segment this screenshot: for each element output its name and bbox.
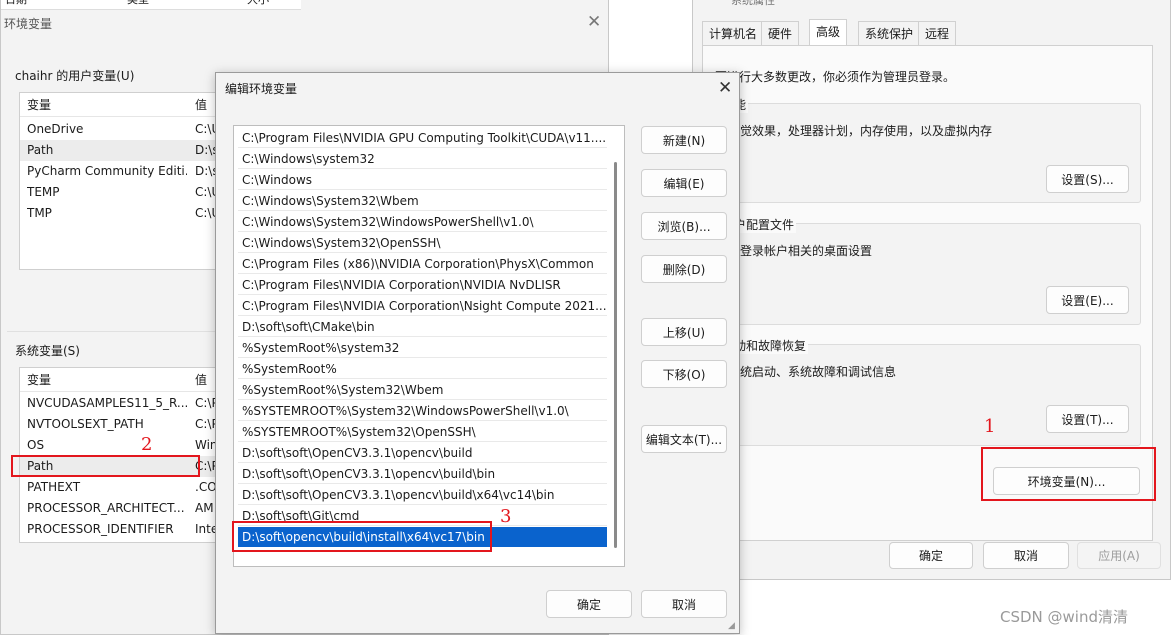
performance-group: 性能 视觉效果，处理器计划，内存使用，以及虚拟内存 设置(S)...	[715, 96, 1141, 203]
env-window-close-icon[interactable]: ✕	[587, 14, 601, 31]
table-row[interactable]: PROCESSOR_ARCHITECT... AM	[20, 498, 220, 519]
performance-settings-button[interactable]: 设置(S)...	[1046, 165, 1129, 193]
col-size-header: 大小	[247, 0, 269, 7]
edit-dialog-close-icon[interactable]: ✕	[718, 80, 732, 97]
table-row[interactable]: Path D:\s	[20, 140, 220, 161]
path-entries-list[interactable]: C:\Program Files\NVIDIA GPU Computing To…	[233, 125, 625, 567]
tab-label: 计算机名	[709, 27, 758, 41]
tab-label: 远程	[925, 27, 950, 41]
tab-label: 高级	[816, 25, 841, 39]
tab-advanced[interactable]: 高级	[809, 19, 848, 45]
new-button[interactable]: 新建(N)	[641, 126, 727, 154]
tab-label: 硬件	[768, 27, 793, 41]
watermark: CSDN @wind清清	[1000, 608, 1128, 626]
var-name: PATHEXT	[27, 480, 81, 494]
user-vars-label: chaihr 的用户变量(U)	[15, 69, 135, 83]
user-vars-col-name[interactable]: 变量	[27, 95, 187, 116]
path-list-item[interactable]: %SystemRoot%	[238, 359, 607, 379]
path-list-item[interactable]: C:\Windows\System32\Wbem	[238, 191, 607, 211]
resize-grip-icon[interactable]: ◢	[728, 621, 735, 631]
var-name: PyCharm Community Editi...	[27, 164, 187, 178]
path-list-item[interactable]: D:\soft\soft\OpenCV3.3.1\opencv\build	[238, 443, 607, 463]
tab-label: 系统保护	[865, 27, 914, 41]
table-row[interactable]: TEMP C:\U	[20, 182, 220, 203]
annotation-number-3: 3	[500, 506, 512, 527]
table-row[interactable]: NVTOOLSEXT_PATH C:\P	[20, 414, 220, 435]
path-list-item[interactable]: %SYSTEMROOT%\System32\WindowsPowerShell\…	[238, 401, 607, 421]
startup-recovery-desc: 系统启动、系统故障和调试信息	[728, 365, 897, 379]
admin-note: 要进行大多数更改，你必须作为管理员登录。	[715, 70, 956, 84]
var-name: Path	[27, 143, 54, 157]
col-type-header: 类型	[127, 0, 149, 7]
annotation-number-2: 2	[141, 434, 153, 455]
path-list-item[interactable]: C:\Windows\System32\WindowsPowerShell\v1…	[238, 212, 607, 232]
tab-computer-name[interactable]: 计算机名	[702, 21, 765, 45]
system-vars-header-row: 变量 值	[20, 370, 220, 392]
user-profiles-group: 用户配置文件 与登录帐户相关的桌面设置 设置(E)...	[715, 216, 1141, 325]
path-list-item[interactable]: %SYSTEMROOT%\System32\OpenSSH\	[238, 422, 607, 442]
edit-button[interactable]: 编辑(E)	[641, 169, 727, 197]
user-vars-table: 变量 值 OneDrive C:\U Path D:\s PyCharm Commu…	[19, 92, 221, 270]
sysprops-ok-button[interactable]: 确定	[889, 542, 973, 569]
move-down-button[interactable]: 下移(O)	[641, 360, 727, 388]
table-row[interactable]: OneDrive C:\U	[20, 119, 220, 140]
startup-recovery-group: 启动和故障恢复 系统启动、系统故障和调试信息 设置(T)...	[715, 337, 1141, 446]
table-row[interactable]: PATHEXT .CO	[20, 477, 220, 498]
path-list-item[interactable]: D:\soft\soft\CMake\bin	[238, 317, 607, 337]
var-name: PROCESSOR_ARCHITECT...	[27, 501, 185, 515]
performance-desc: 视觉效果，处理器计划，内存使用，以及虚拟内存	[728, 124, 993, 138]
table-row[interactable]: PROCESSOR_IDENTIFIER Inte	[20, 519, 220, 540]
path-list-item[interactable]: %SystemRoot%\System32\Wbem	[238, 380, 607, 400]
var-name: NVCUDASAMPLES11_5_R...	[27, 396, 187, 410]
path-list-item[interactable]: D:\soft\soft\OpenCV3.3.1\opencv\build\bi…	[238, 464, 607, 484]
table-row[interactable]: NVCUDASAMPLES11_5_R... C:\P	[20, 393, 220, 414]
system-vars-col-name[interactable]: 变量	[27, 370, 187, 391]
path-list-item[interactable]: %SystemRoot%\system32	[238, 338, 607, 358]
annotation-box-path-row	[11, 455, 200, 477]
path-list-item[interactable]: C:\Program Files\NVIDIA Corporation\Nsig…	[238, 296, 607, 316]
col-date-header: 日期	[5, 0, 27, 7]
path-list-item[interactable]: C:\Program Files\NVIDIA GPU Computing To…	[238, 128, 607, 148]
startup-recovery-settings-button[interactable]: 设置(T)...	[1046, 405, 1129, 433]
edit-dialog-title: 编辑环境变量	[225, 82, 298, 96]
annotation-box-new-path	[232, 521, 492, 552]
user-profiles-desc: 与登录帐户相关的桌面设置	[728, 244, 873, 258]
env-window-title: 环境变量	[4, 17, 53, 31]
tab-system-protection[interactable]: 系统保护	[858, 21, 921, 45]
var-name: OS	[27, 438, 45, 452]
path-list-item[interactable]: C:\Windows\System32\OpenSSH\	[238, 233, 607, 253]
path-list-item[interactable]: C:\Program Files\NVIDIA Corporation\NVID…	[238, 275, 607, 295]
var-name: OneDrive	[27, 122, 84, 136]
var-name: TMP	[27, 206, 52, 220]
edit-text-button[interactable]: 编辑文本(T)...	[641, 425, 727, 453]
path-list-item[interactable]: D:\soft\soft\OpenCV3.3.1\opencv\build\x6…	[238, 485, 607, 505]
var-name: PROCESSOR_IDENTIFIER	[27, 522, 174, 536]
path-list-item[interactable]: C:\Windows	[238, 170, 607, 190]
annotation-box-env-button	[981, 447, 1156, 501]
sysprops-apply-button[interactable]: 应用(A)	[1077, 542, 1161, 569]
var-name: TEMP	[27, 185, 60, 199]
user-profiles-settings-button[interactable]: 设置(E)...	[1046, 286, 1129, 314]
sysprops-cancel-button[interactable]: 取消	[983, 542, 1069, 569]
browse-button[interactable]: 浏览(B)...	[641, 212, 727, 240]
edit-dialog-ok-button[interactable]: 确定	[546, 590, 632, 618]
table-row[interactable]: OS Win	[20, 435, 220, 456]
table-row[interactable]: PyCharm Community Editi... D:\s	[20, 161, 220, 182]
system-vars-label: 系统变量(S)	[15, 344, 80, 358]
var-name: NVTOOLSEXT_PATH	[27, 417, 144, 431]
annotation-number-1: 1	[984, 416, 996, 437]
user-vars-header-row: 变量 值	[20, 95, 220, 117]
tab-hardware[interactable]: 硬件	[761, 21, 800, 45]
edit-dialog-cancel-button[interactable]: 取消	[641, 590, 727, 618]
section-divider	[7, 331, 217, 332]
delete-button[interactable]: 删除(D)	[641, 255, 727, 283]
explorer-column-header-strip: 日期 类型 大小	[1, 0, 301, 10]
tab-remote[interactable]: 远程	[918, 21, 957, 45]
move-up-button[interactable]: 上移(U)	[641, 318, 727, 346]
path-list-scrollbar[interactable]	[614, 162, 617, 548]
table-row[interactable]: TMP C:\U	[20, 203, 220, 224]
path-list-item[interactable]: C:\Windows\system32	[238, 149, 607, 169]
path-list-item[interactable]: C:\Program Files (x86)\NVIDIA Corporatio…	[238, 254, 607, 274]
sysprops-title: 系统属性	[731, 0, 775, 7]
